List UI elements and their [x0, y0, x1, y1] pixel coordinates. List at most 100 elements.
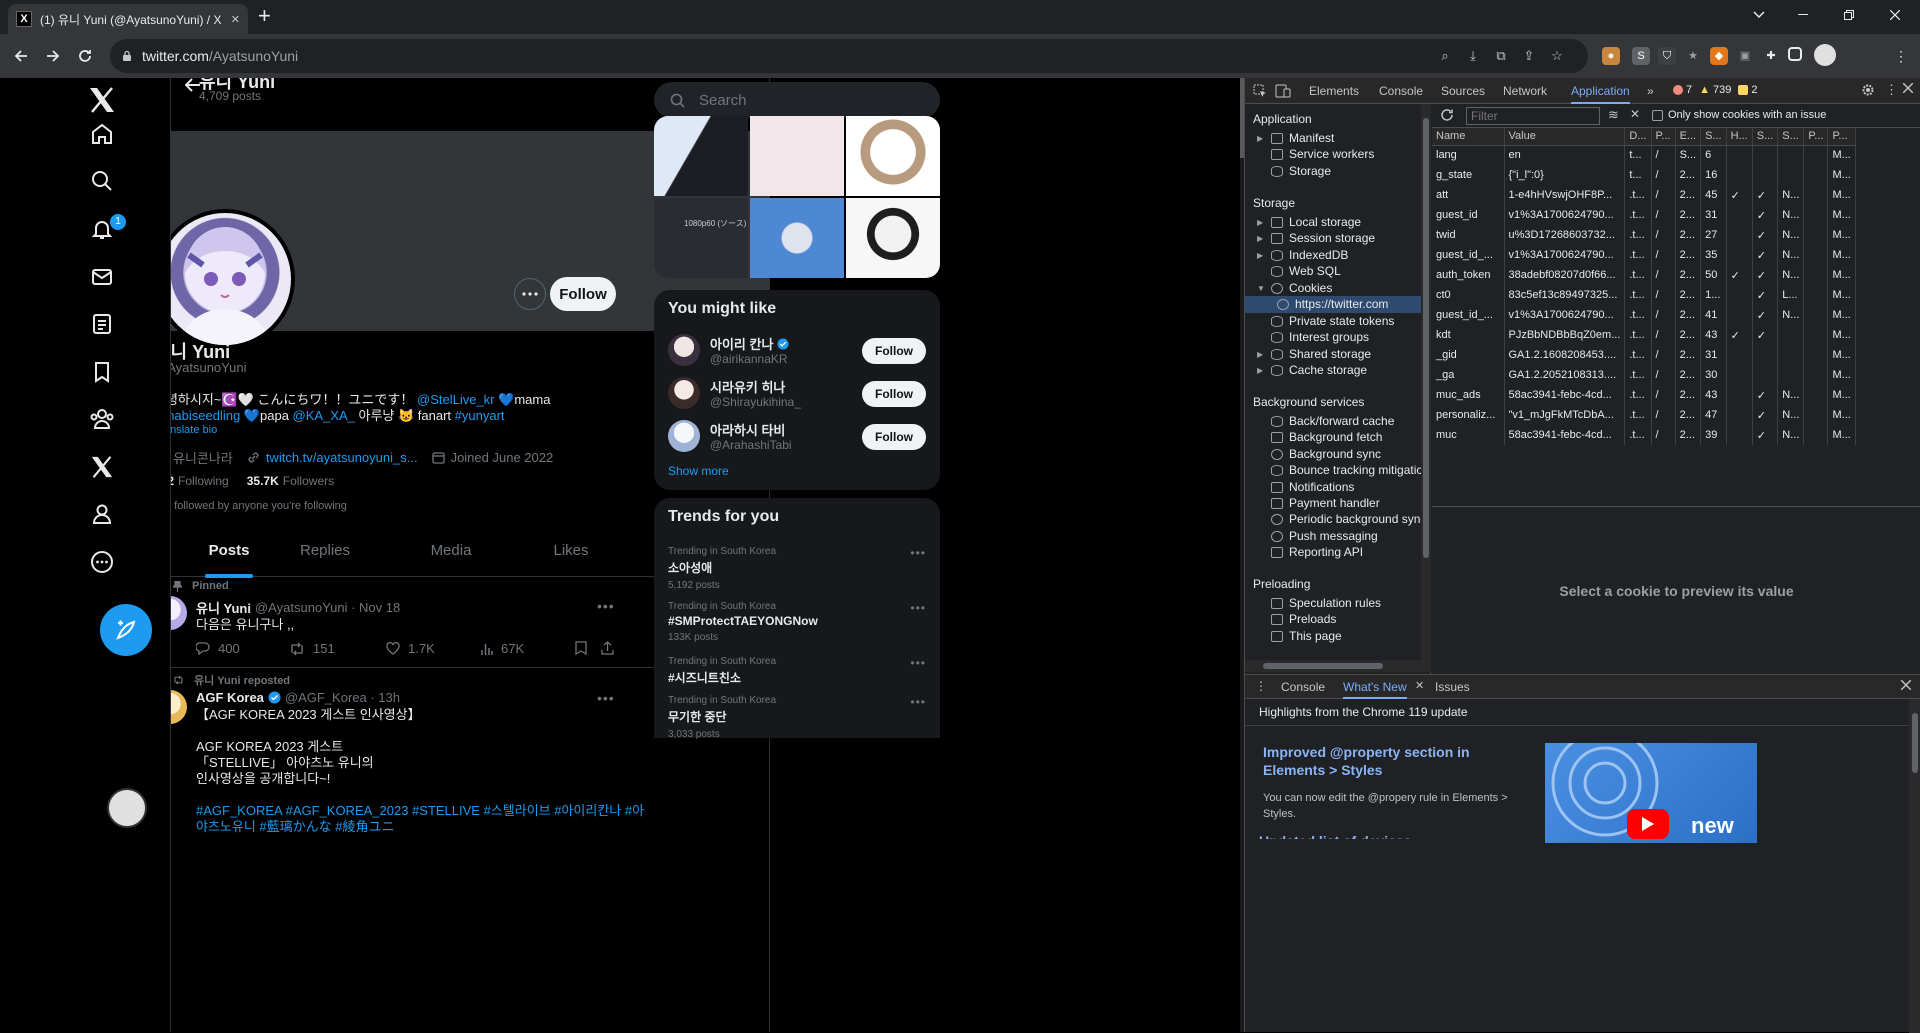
tree-this-page[interactable]: This page — [1271, 629, 1342, 643]
tab-search-button[interactable] — [1736, 0, 1782, 30]
tab-media[interactable]: Media — [421, 524, 481, 577]
refresh-icon[interactable] — [1440, 108, 1454, 122]
extension-shield-icon[interactable]: ⛉ — [1658, 47, 1676, 65]
chrome-menu-icon[interactable]: ⋮ — [1892, 47, 1910, 65]
drawer-vscrollbar[interactable] — [1909, 699, 1920, 1033]
devtools-tab-sources[interactable]: Sources — [1441, 78, 1485, 104]
tree-session-storage[interactable]: ▶ Session storage — [1257, 231, 1375, 245]
follow-button[interactable]: Follow — [862, 381, 926, 407]
cookie-column-header[interactable]: P... — [1651, 128, 1676, 146]
trend-more-icon[interactable]: ••• — [910, 546, 926, 560]
trend-more-icon[interactable]: ••• — [910, 695, 926, 709]
tweet-avatar[interactable] — [171, 596, 187, 630]
bio-link-nabiseedling[interactable]: @nabiseedling — [171, 408, 240, 423]
bookmark-icon[interactable] — [575, 641, 587, 655]
tree-speculation-rules[interactable]: Speculation rules — [1271, 596, 1381, 610]
bookmark-star-icon[interactable]: ☆ — [1549, 48, 1565, 64]
cookie-row[interactable]: auth_token 38adebf08207d0f66... .t.../2...… — [1432, 265, 1856, 285]
suggested-user-avatar[interactable] — [668, 334, 700, 366]
cookie-column-header[interactable]: S... — [1752, 128, 1779, 146]
tree-service-workers[interactable]: Service workers — [1271, 147, 1374, 161]
tweet-author-name[interactable]: AGF Korea — [196, 690, 264, 705]
communities-icon[interactable] — [88, 405, 116, 433]
extensions-puzzle-icon[interactable]: ✚ — [1762, 47, 1780, 65]
extension-box-icon[interactable]: ▣ — [1736, 47, 1754, 65]
cookie-row[interactable]: guest_id v1%3A1700624790... .t.../2... 31 ✓ N… — [1432, 205, 1856, 225]
cookie-row[interactable]: ct0 83c5ef13c89497325... .t.../2... 1... ✓ L.… — [1432, 285, 1856, 305]
suggested-user-name[interactable]: 아이리 칸나 — [710, 334, 789, 353]
tree-bounce-tracking[interactable]: Bounce tracking mitigatic — [1271, 463, 1422, 477]
drawer-tab-close-icon[interactable]: ✕ — [1415, 679, 1424, 692]
more-options-button[interactable] — [514, 278, 546, 310]
show-more-link[interactable]: Show more — [668, 464, 729, 478]
cookie-column-header[interactable]: D... — [1624, 128, 1652, 146]
cookie-row[interactable]: _gid GA1.2.1608208453.... .t.../2... 31 M... — [1432, 345, 1856, 365]
cookie-row[interactable]: guest_id_... v1%3A1700624790... .t.../2...… — [1432, 305, 1856, 325]
bookmarks-icon[interactable] — [88, 358, 116, 386]
suggested-user[interactable]: 아라하시 타비 @ArahashiTabi Follow — [668, 414, 926, 466]
maximize-button[interactable] — [1826, 0, 1872, 30]
cookie-column-header[interactable]: P... — [1803, 128, 1829, 146]
media-thumb[interactable]: 1080p60 (ソース) — [654, 198, 748, 278]
bio-link-yunyart[interactable]: #yunyart — [455, 408, 505, 423]
sidebar-vscrollbar[interactable] — [1421, 104, 1431, 660]
suggested-user-name[interactable]: 시라유키 히나 — [710, 377, 785, 396]
cookie-row[interactable]: muc_ads 58ac3941-febc-4cd... .t.../2... 43 ✓… — [1432, 385, 1856, 405]
cookie-row[interactable]: lang en t... / S... 6 M... — [1432, 145, 1856, 165]
expand-triangle-icon[interactable]: ▶ — [1257, 251, 1265, 260]
only-issue-checkbox-row[interactable]: Only show cookies with an issue — [1652, 109, 1826, 121]
following-count[interactable]: 182 — [171, 474, 174, 488]
side-panel-icon[interactable] — [1788, 47, 1802, 61]
reply-action[interactable]: 400 — [196, 641, 240, 656]
account-switcher-avatar[interactable] — [107, 788, 147, 828]
trend-more-icon[interactable]: ••• — [910, 656, 926, 670]
browser-tab[interactable]: X (1) 유니 Yuni (@AyatsunoYuni) / X ✕ — [8, 4, 248, 34]
cookie-row[interactable]: kdt PJzBbNDBbBqZ0em... .t.../2... 43 ✓ ✓ M... — [1432, 325, 1856, 345]
media-thumb[interactable] — [846, 198, 940, 278]
youtube-play-icon[interactable] — [1627, 809, 1669, 839]
back-button[interactable] — [8, 43, 34, 69]
tree-payment-handler[interactable]: Payment handler — [1271, 496, 1380, 510]
messages-envelope-icon[interactable] — [88, 263, 116, 291]
share-icon[interactable] — [601, 641, 614, 655]
extension-cookie-icon[interactable]: ● — [1602, 47, 1620, 65]
tree-cookies[interactable]: ▼ Cookies — [1257, 281, 1332, 295]
drawer-tab-issues[interactable]: Issues — [1435, 675, 1470, 699]
tree-private-state-tokens[interactable]: Private state tokens — [1271, 314, 1394, 328]
tree-push-messaging[interactable]: Push messaging — [1271, 529, 1378, 543]
compose-post-button[interactable] — [100, 604, 152, 656]
media-thumb[interactable] — [654, 116, 748, 196]
devtools-tab-console[interactable]: Console — [1379, 78, 1423, 104]
address-bar[interactable]: twitter.com/AyatsunoYuni ⌕ ⤓ ⧉ ⇪ ☆ — [110, 39, 1588, 73]
like-action[interactable]: 1.7K — [386, 641, 435, 656]
translate-bio-link[interactable]: Translate bio — [171, 424, 217, 436]
cookie-column-header[interactable]: P... — [1827, 128, 1856, 146]
trend-item[interactable]: Trending in South Korea #SMProtectTAEYON… — [668, 601, 926, 643]
cookie-column-header[interactable]: Name — [1432, 128, 1505, 146]
tree-web-sql[interactable]: Web SQL — [1271, 264, 1341, 278]
tree-cookies-twitter[interactable]: https://twitter.com — [1277, 297, 1388, 311]
profile-website-link[interactable]: twitch.tv/ayatsunoyuni_s... — [266, 450, 418, 465]
close-window-button[interactable] — [1872, 0, 1918, 30]
followers-label[interactable]: Followers — [283, 474, 334, 488]
following-label[interactable]: Following — [178, 474, 229, 488]
media-thumb[interactable] — [750, 116, 844, 196]
more-circle-icon[interactable] — [88, 548, 116, 576]
install-app-icon[interactable]: ⤓ — [1465, 48, 1481, 64]
follow-button[interactable]: Follow — [862, 338, 926, 364]
x-logo-icon[interactable] — [88, 86, 116, 114]
tab-replies[interactable]: Replies — [295, 524, 355, 577]
expand-triangle-icon[interactable]: ▶ — [1257, 234, 1265, 243]
share-icon[interactable]: ⇪ — [1521, 48, 1537, 64]
collapse-triangle-icon[interactable]: ▼ — [1257, 284, 1265, 293]
tweet-more-icon[interactable]: ••• — [597, 598, 615, 614]
cookie-column-header[interactable]: H... — [1726, 128, 1753, 146]
whats-new-card-title[interactable]: Improved @property section in Elements >… — [1263, 743, 1533, 779]
tab-likes[interactable]: Likes — [541, 524, 601, 577]
sidebar-hscrollbar[interactable] — [1245, 660, 1431, 672]
tab-close-icon[interactable]: ✕ — [231, 13, 240, 26]
more-tabs-chevron-icon[interactable]: » — [1647, 78, 1654, 104]
tree-notifications[interactable]: Notifications — [1271, 480, 1354, 494]
followers-count[interactable]: 35.7K — [247, 474, 279, 488]
bio-link-kaxa[interactable]: @KA_XA_ — [293, 408, 355, 423]
